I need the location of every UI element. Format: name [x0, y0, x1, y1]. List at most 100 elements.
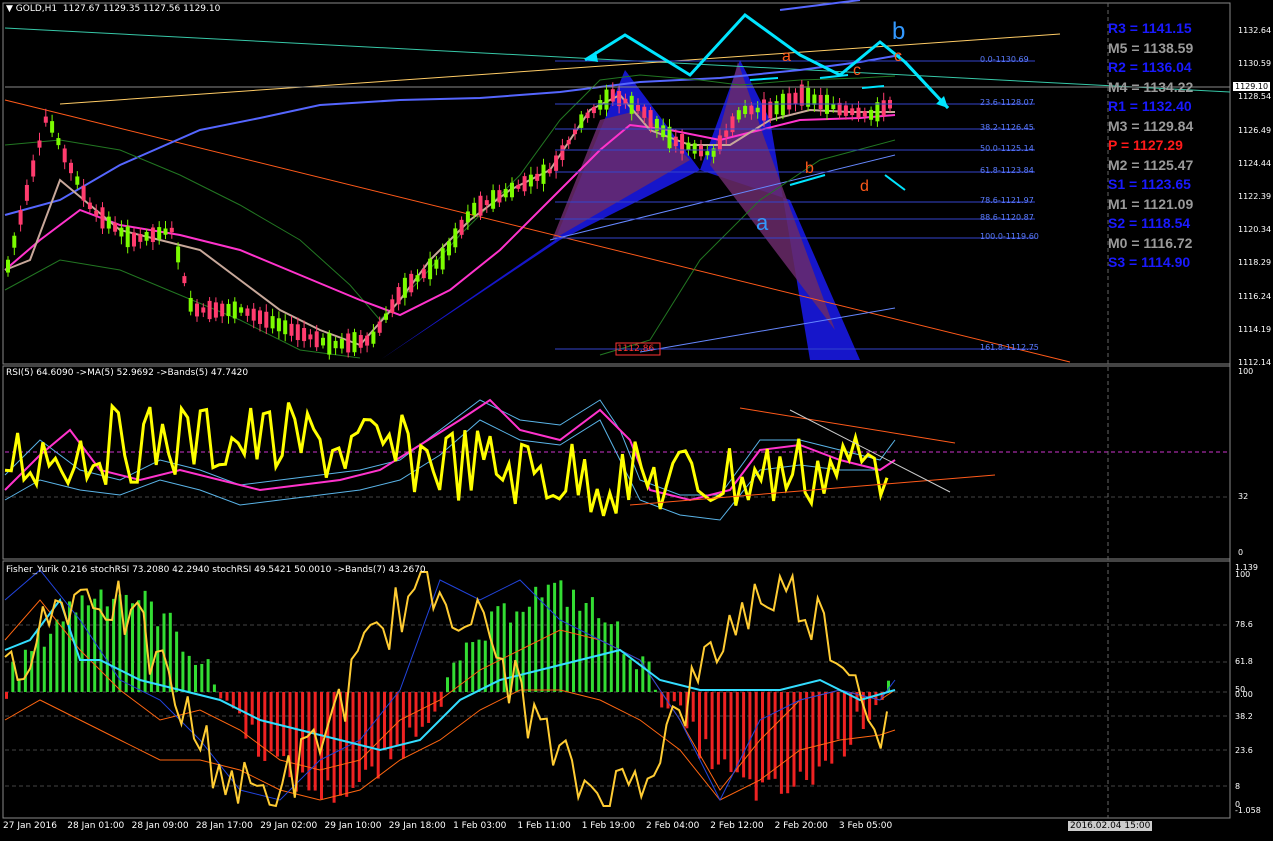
candle	[484, 200, 489, 206]
hist-bar	[830, 692, 834, 764]
symbol-label: GOLD,H1	[15, 4, 58, 14]
hist-bar	[200, 663, 204, 692]
hist-bar	[609, 624, 613, 692]
hist-bar	[729, 692, 733, 773]
rsi-axis-0: 0	[1238, 548, 1244, 557]
candle	[106, 216, 111, 229]
candle	[113, 222, 118, 232]
price-tick: 1128.54	[1238, 92, 1272, 102]
fisher-tick: 8	[1235, 782, 1241, 791]
candle	[793, 92, 798, 104]
candle	[459, 219, 464, 235]
candle	[346, 333, 351, 353]
chart-canvas[interactable]	[0, 0, 1273, 841]
candle	[365, 335, 370, 346]
time-tick: 2 Feb 04:00	[646, 821, 700, 831]
hist-bar	[622, 654, 626, 692]
fib-level-label: 0.0-1130.69	[980, 55, 1029, 64]
candle	[862, 111, 867, 117]
wave-label-c-small: c	[853, 62, 861, 79]
candle	[717, 135, 722, 151]
candle	[333, 340, 338, 349]
candle	[144, 231, 149, 241]
candle	[762, 99, 766, 121]
fisher-tick: 100	[1235, 570, 1251, 579]
hist-bar	[817, 692, 821, 767]
candle	[283, 320, 288, 335]
hist-bar	[395, 692, 399, 747]
rsi-line	[4, 402, 889, 517]
candle	[6, 259, 10, 273]
candle	[358, 335, 363, 348]
candle	[62, 148, 67, 163]
fisher-tick: 78.6	[1235, 620, 1253, 629]
candle	[453, 228, 458, 248]
hist-bar	[383, 692, 386, 750]
time-tick: 27 Jan 2016	[3, 821, 57, 831]
ohlc-readout: 1127.67 1129.35 1127.56 1129.10	[62, 4, 221, 14]
candle	[157, 227, 162, 240]
candle	[18, 209, 23, 225]
hist-bar	[811, 692, 815, 785]
price-tick: 1124.44	[1238, 158, 1272, 168]
candle	[686, 142, 691, 150]
candle	[421, 269, 426, 279]
candle	[680, 133, 685, 154]
hist-bar	[194, 664, 197, 692]
hist-bar	[446, 677, 449, 692]
hist-bar	[149, 601, 153, 692]
candle	[100, 207, 105, 229]
candle	[37, 140, 42, 148]
candle	[598, 100, 603, 110]
wave-label-c-big: c	[894, 48, 902, 65]
time-tick: 28 Jan 01:00	[67, 821, 125, 831]
candle	[402, 277, 407, 298]
price-tick: 1130.59	[1238, 59, 1272, 69]
candle	[220, 303, 225, 317]
candle	[799, 84, 804, 106]
fib-level-label: 61.8-1123.84	[980, 166, 1034, 175]
hist-bar	[584, 603, 588, 692]
hist-bar	[187, 655, 191, 692]
candle	[749, 105, 754, 115]
hist-bar	[540, 597, 544, 692]
candle	[774, 101, 779, 115]
candle	[295, 324, 300, 341]
pivot-level: S3 = 1114.90	[1108, 254, 1191, 270]
time-tick: 28 Jan 17:00	[195, 821, 253, 831]
candle	[573, 129, 577, 135]
candle	[554, 155, 559, 171]
hist-bar	[842, 692, 846, 757]
hist-bar	[553, 582, 557, 692]
candle	[150, 227, 155, 243]
hist-bar	[490, 611, 494, 692]
dropdown-icon[interactable]: ▼	[6, 4, 16, 14]
candle	[182, 276, 187, 284]
hist-bar	[559, 580, 563, 692]
candle	[396, 287, 401, 305]
candle	[201, 307, 206, 313]
current-price-tag: 1129.10	[1233, 82, 1271, 91]
hist-bar	[698, 692, 701, 759]
hist-bar	[351, 692, 355, 788]
hist-bar	[767, 692, 771, 780]
hist-bar	[647, 661, 651, 692]
hist-bar	[49, 633, 53, 692]
candle	[579, 114, 584, 128]
candle	[87, 202, 92, 210]
candle	[207, 300, 212, 320]
hist-bar	[338, 692, 342, 796]
candle	[415, 275, 420, 282]
pivot-level: M0 = 1116.72	[1108, 234, 1193, 251]
candle	[585, 112, 590, 119]
candle	[327, 333, 332, 355]
candle	[465, 211, 470, 223]
candle	[780, 93, 785, 116]
fib-level-label: 100.0-1119.60	[980, 232, 1039, 241]
hist-bar	[61, 621, 65, 692]
hist-bar	[616, 621, 620, 692]
candle	[591, 107, 596, 114]
candle	[119, 227, 124, 237]
hist-bar	[156, 626, 160, 692]
candle	[850, 108, 855, 116]
